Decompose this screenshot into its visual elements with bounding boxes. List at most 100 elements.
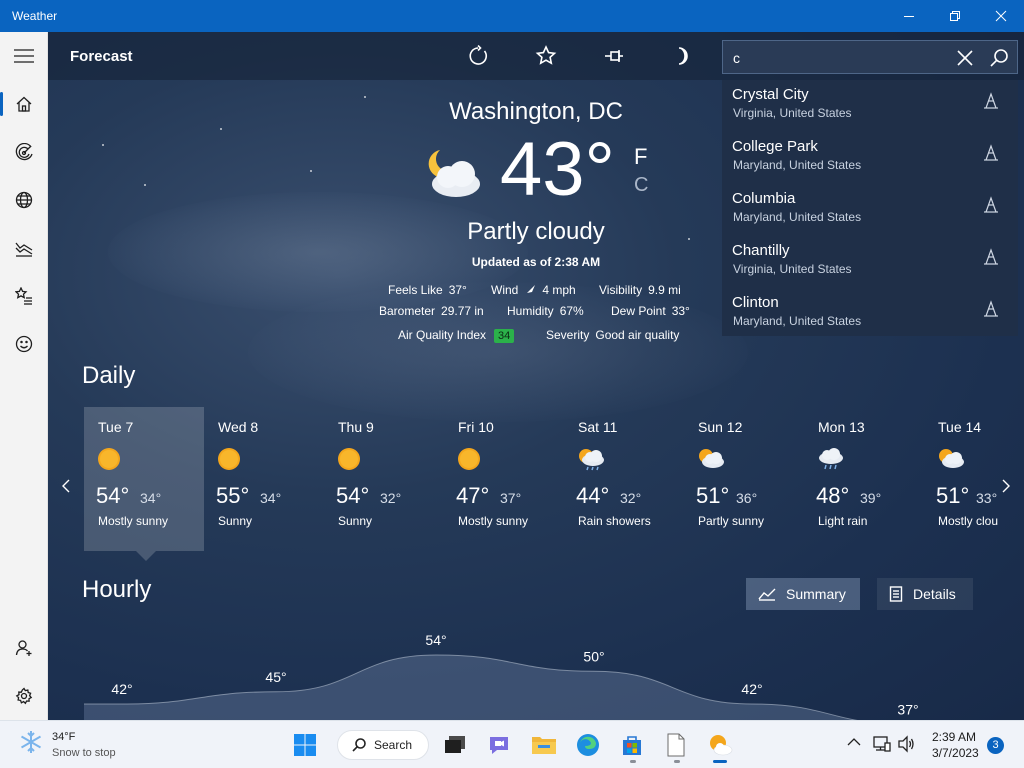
chat-icon [490, 737, 508, 754]
snowflake-icon[interactable] [18, 729, 44, 755]
daily-scroll-right[interactable] [996, 476, 1016, 496]
nav-life[interactable] [0, 324, 48, 364]
suggestion-item[interactable]: College Park Maryland, United States [722, 132, 1018, 184]
file-icon [667, 733, 685, 757]
details-button[interactable]: Details [877, 578, 973, 610]
hamburger-menu-button[interactable] [0, 36, 48, 76]
chart-icon [15, 242, 33, 257]
maximize-button[interactable] [932, 0, 978, 32]
detail-value: 37° [448, 283, 467, 297]
summary-button[interactable]: Summary [746, 578, 860, 610]
nav-historical[interactable] [0, 180, 48, 220]
star-decoration [364, 96, 366, 98]
taskbar-search[interactable]: Search [337, 730, 429, 760]
clock-time[interactable]: 2:39 AM [932, 730, 976, 744]
window-title: Weather [12, 9, 58, 23]
detail-label: Severity [546, 328, 590, 342]
favorite-button[interactable] [528, 40, 564, 72]
detail-label: Feels Like [388, 283, 443, 297]
network-icon [873, 736, 891, 752]
day-card[interactable]: Wed 8 55° 34° Sunny [204, 407, 324, 551]
volume-button[interactable] [897, 735, 915, 758]
detail-label: Humidity [507, 304, 554, 318]
sun-rain-cloud-icon [579, 449, 604, 471]
fahrenheit-toggle[interactable]: F [634, 144, 647, 170]
day-name: Fri 10 [458, 419, 494, 435]
close-icon [957, 50, 973, 66]
day-low: 34° [260, 490, 282, 506]
suggestion-item[interactable]: Chantilly Virginia, United States [722, 236, 1018, 288]
detail-label: Dew Point [611, 304, 666, 318]
file-explorer-button[interactable] [528, 729, 560, 761]
start-button[interactable] [289, 729, 321, 761]
taskbar-weather-desc[interactable]: Snow to stop [52, 747, 116, 759]
day-card[interactable]: Sat 11 44° 32° Rain showers [564, 407, 684, 551]
taskbar-weather-temp[interactable]: 34°F [52, 731, 75, 743]
pin-button[interactable] [596, 40, 632, 72]
weather-app-button[interactable] [704, 729, 736, 761]
search-input[interactable] [733, 47, 943, 69]
suggestion-item[interactable]: Crystal City Virginia, United States [722, 80, 1018, 132]
suggestion-item[interactable]: Clinton Maryland, United States [722, 288, 1018, 340]
clear-search-button[interactable] [951, 44, 979, 72]
running-indicator [630, 760, 636, 763]
wind: Wind 4 mph [491, 283, 576, 297]
theme-toggle-button[interactable] [664, 40, 700, 72]
air-quality[interactable]: Air Quality Index 34 [398, 328, 515, 343]
suggestion-city: Crystal City [732, 86, 809, 103]
day-card[interactable]: Tue 7 54° 34° Mostly sunny [84, 407, 204, 551]
chat-button[interactable] [483, 729, 515, 761]
star-icon [535, 45, 557, 65]
landmark-icon [982, 196, 1000, 219]
nav-monthly[interactable] [0, 228, 48, 268]
star-decoration [144, 184, 146, 186]
task-view-button[interactable] [439, 729, 471, 761]
day-name: Tue 14 [938, 419, 982, 435]
day-high: 54° [336, 483, 370, 508]
suggestion-region: Maryland, United States [733, 158, 862, 172]
day-high: 48° [816, 483, 850, 508]
windows-icon [294, 734, 316, 756]
active-app-indicator [713, 760, 727, 763]
minimize-button[interactable] [886, 0, 932, 32]
notification-badge[interactable]: 3 [987, 737, 1004, 754]
detail-label: Air Quality Index [398, 328, 487, 342]
humidity: Humidity 67% [507, 304, 584, 318]
title-bar: Weather [0, 0, 1024, 32]
notepad-button[interactable] [660, 729, 692, 761]
nav-favorites[interactable] [0, 276, 48, 316]
daily-scroll-left[interactable] [56, 476, 76, 496]
suggestion-item[interactable]: Columbia Maryland, United States [722, 184, 1018, 236]
day-card[interactable]: Sun 12 51° 36° Partly sunny [684, 407, 804, 551]
day-card[interactable]: Fri 10 47° 37° Mostly sunny [444, 407, 564, 551]
search-suggestions: Crystal City Virginia, United States Col… [722, 80, 1018, 336]
refresh-button[interactable] [460, 40, 496, 72]
edge-button[interactable] [572, 729, 604, 761]
clock-date[interactable]: 3/7/2023 [932, 746, 979, 760]
day-card[interactable]: Thu 9 54° 32° Sunny [324, 407, 444, 551]
day-card[interactable]: Tue 14 51° 33° Mostly cloudy [924, 407, 998, 551]
show-hidden-icons-button[interactable] [847, 735, 861, 753]
store-button[interactable] [616, 729, 648, 761]
hourly-temp-label: 42° [111, 681, 132, 697]
day-card[interactable]: Mon 13 48° 39° Light rain [804, 407, 924, 551]
suggestion-city: College Park [732, 138, 818, 155]
chevron-left-icon [62, 479, 70, 493]
search-button[interactable] [985, 44, 1013, 72]
settings-button[interactable] [0, 676, 48, 716]
detail-value: 9.9 mi [648, 283, 681, 297]
aqi-badge: 34 [494, 329, 515, 343]
suggestion-region: Virginia, United States [733, 106, 852, 120]
celsius-toggle[interactable]: C [634, 174, 648, 197]
moon-cloud-icon [428, 150, 480, 197]
nav-forecast[interactable] [0, 84, 48, 124]
network-button[interactable] [873, 735, 891, 758]
folder-icon [532, 737, 556, 754]
chevron-right-icon [1002, 479, 1010, 493]
partly-sunny-icon [939, 449, 964, 468]
account-button[interactable] [0, 628, 48, 668]
nav-maps[interactable] [0, 132, 48, 172]
star-decoration [310, 170, 312, 172]
detail-label: Visibility [599, 283, 643, 297]
close-button[interactable] [978, 0, 1024, 32]
